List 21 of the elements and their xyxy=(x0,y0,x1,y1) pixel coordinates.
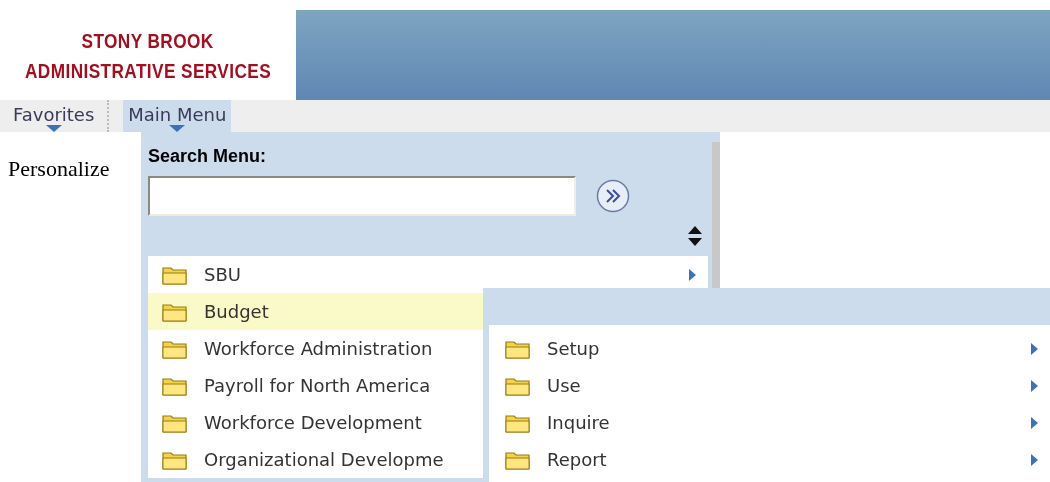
folder-icon xyxy=(162,301,188,322)
nav-menu[interactable]: Main Menu xyxy=(123,100,232,132)
nav-menu[interactable]: Favorites xyxy=(8,100,100,132)
go-button[interactable] xyxy=(596,179,630,213)
search-field[interactable] xyxy=(148,176,576,216)
folder-icon xyxy=(162,449,188,470)
folder-icon xyxy=(162,338,188,359)
caret-icon xyxy=(45,125,62,132)
arrow-icon xyxy=(689,268,696,281)
folder-icon xyxy=(505,449,531,470)
logo-text: ADMINISTRATIVE SERVICES xyxy=(24,58,272,84)
folder-icon xyxy=(505,412,531,433)
folder-icon xyxy=(162,375,188,396)
folder-icon xyxy=(505,338,531,359)
logo-text: STONY BROOK xyxy=(81,28,215,54)
page-text: Personalize xyxy=(8,156,110,181)
folder-icon xyxy=(505,375,531,396)
folder-icon xyxy=(162,264,188,285)
search-label: Search Menu: xyxy=(148,145,268,162)
sort-icon[interactable] xyxy=(688,226,702,246)
folder-icon xyxy=(162,412,188,433)
